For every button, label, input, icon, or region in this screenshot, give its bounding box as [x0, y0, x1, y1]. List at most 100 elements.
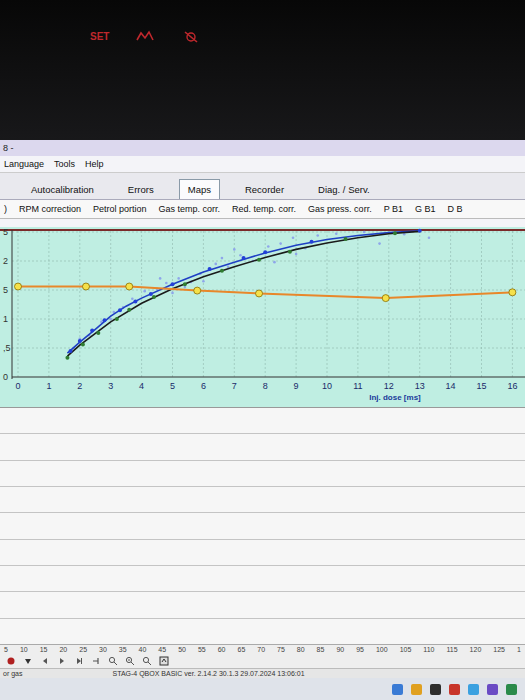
subtab-bar: ) RPM correction Petrol portion Gas temp. c…	[0, 200, 525, 219]
scale-label: 50	[178, 646, 186, 653]
subtab[interactable]: P B1	[384, 204, 403, 214]
chart-canvas: 5251,50012345678910111213141516Inj. dose…	[0, 227, 525, 407]
subtab[interactable]: Gas temp. corr.	[159, 204, 221, 214]
map-point[interactable]	[126, 283, 133, 290]
subtab[interactable]: Petrol portion	[93, 204, 147, 214]
data-point	[103, 318, 107, 322]
end-icon[interactable]	[91, 656, 101, 666]
tab[interactable]: Errors	[119, 179, 163, 199]
recorder-row	[0, 618, 525, 619]
zoom-out-icon[interactable]	[125, 656, 135, 666]
x-tick: 13	[415, 381, 425, 391]
chart-background	[0, 227, 525, 407]
app-window: 8 - LanguageToolsHelp AutocalibrationErr…	[0, 140, 525, 700]
sample-point	[171, 292, 174, 295]
sample-point	[428, 237, 431, 240]
taskbar	[0, 678, 525, 700]
map-point[interactable]	[256, 290, 263, 297]
x-tick: 16	[507, 381, 517, 391]
scale-label: 95	[356, 646, 364, 653]
recorder-row	[0, 460, 525, 461]
x-tick: 7	[232, 381, 237, 391]
sample-point	[214, 263, 217, 266]
menu-item[interactable]: Help	[85, 159, 104, 169]
data-point	[242, 256, 246, 260]
subtab[interactable]: Gas press. corr.	[308, 204, 372, 214]
scale-label: 80	[297, 646, 305, 653]
tab[interactable]: Autocalibration	[22, 179, 103, 199]
series-line	[18, 287, 512, 299]
sample-point	[279, 242, 282, 245]
sample-point	[316, 234, 319, 237]
toolbar	[0, 654, 525, 668]
taskbar-app-icon[interactable]	[487, 684, 498, 695]
menu-item[interactable]: Tools	[54, 159, 75, 169]
grid-line	[79, 231, 80, 377]
sample-point	[177, 277, 180, 280]
scale-label: 110	[423, 646, 434, 653]
subtab[interactable]: RPM correction	[19, 204, 81, 214]
data-point	[310, 240, 314, 244]
record-icon[interactable]	[6, 656, 16, 666]
menu-item[interactable]: Language	[4, 159, 44, 169]
taskbar-app-icon[interactable]	[430, 684, 441, 695]
grid-line	[296, 231, 297, 377]
map-point[interactable]	[194, 287, 201, 294]
subtab[interactable]: Red. temp. corr.	[232, 204, 296, 214]
y-tick: 0	[3, 372, 8, 382]
data-point	[118, 308, 122, 312]
next-icon[interactable]	[74, 656, 84, 666]
x-tick: 5	[170, 381, 175, 391]
grid-line	[203, 231, 204, 377]
grid-line	[48, 231, 49, 377]
settings-box-icon[interactable]	[159, 656, 169, 666]
data-point	[96, 331, 100, 335]
previous-icon[interactable]	[40, 656, 50, 666]
grid-line	[419, 231, 420, 377]
sample-point	[335, 232, 338, 235]
tab[interactable]: Maps	[179, 179, 220, 199]
x-tick: 1	[46, 381, 51, 391]
y-axis	[12, 230, 13, 379]
taskbar-app-icon[interactable]	[506, 684, 517, 695]
map-point[interactable]	[82, 283, 89, 290]
zoom-in-icon[interactable]	[108, 656, 118, 666]
tab[interactable]: Recorder	[236, 179, 293, 199]
subtab[interactable]: G B1	[415, 204, 436, 214]
taskbar-app-icon[interactable]	[449, 684, 460, 695]
map-point[interactable]	[509, 289, 516, 296]
play-icon[interactable]	[57, 656, 67, 666]
map-point[interactable]	[15, 283, 22, 290]
map-point[interactable]	[382, 295, 389, 302]
scale-label: 65	[237, 646, 245, 653]
taskbar-app-icon[interactable]	[468, 684, 479, 695]
scale-label: 105	[400, 646, 412, 653]
scale-label: 75	[277, 646, 285, 653]
tab[interactable]: Diag. / Serv.	[309, 179, 379, 199]
taskbar-app-icon[interactable]	[392, 684, 403, 695]
sample-point	[292, 237, 295, 240]
grid-line	[512, 231, 513, 377]
sample-point	[239, 254, 242, 257]
grid-line	[12, 261, 525, 262]
scale-label: 90	[336, 646, 344, 653]
subtab[interactable]: )	[4, 204, 7, 214]
status-left: or gas	[3, 670, 22, 677]
taskbar-app-icon[interactable]	[411, 684, 422, 695]
scale-label: 5	[4, 646, 8, 653]
x-tick: 11	[353, 381, 362, 391]
x-tick: 6	[201, 381, 206, 391]
sample-point	[159, 277, 162, 280]
grid-line	[450, 231, 451, 377]
grid-line	[12, 232, 525, 233]
x-tick: 10	[322, 381, 332, 391]
grid-line	[481, 231, 482, 377]
record-down-icon[interactable]	[23, 656, 33, 666]
scale-label: 30	[99, 646, 107, 653]
data-point	[183, 282, 187, 286]
scale-label: 20	[59, 646, 67, 653]
sample-point	[143, 290, 146, 293]
subtab[interactable]: D B	[448, 204, 463, 214]
zoom-fit-icon[interactable]	[142, 656, 152, 666]
y-tick: 5	[3, 285, 8, 295]
